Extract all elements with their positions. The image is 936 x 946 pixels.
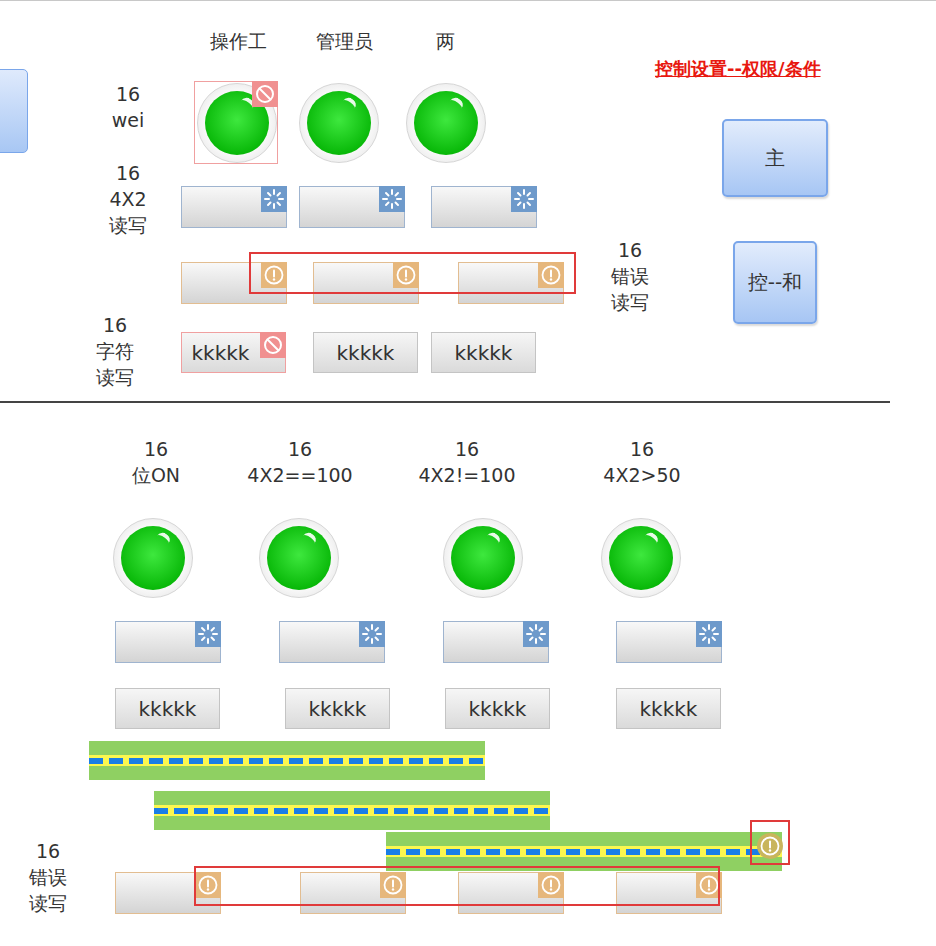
row-label: 16wei [112, 81, 145, 133]
warning-icon [393, 262, 419, 288]
highlight-box [194, 866, 720, 906]
numeric-input-icon [696, 621, 722, 647]
input-field[interactable] [458, 262, 564, 304]
pipe [89, 741, 485, 780]
numeric-input-icon [523, 621, 549, 647]
numeric-input-icon [511, 186, 537, 212]
column-header: 管理员 [316, 29, 373, 55]
input-field[interactable] [181, 186, 287, 228]
numeric-input-icon [261, 186, 287, 212]
row-label: 164X2读写 [109, 160, 147, 238]
row-label: 164X2==100 [247, 436, 352, 488]
input-field[interactable] [279, 621, 385, 663]
warning-icon [757, 833, 783, 859]
highlight-box [249, 252, 576, 294]
column-header: 两 [436, 29, 455, 55]
indicator-lamp [259, 518, 339, 598]
input-field[interactable] [300, 872, 406, 914]
row-label: 16位ON [132, 436, 180, 488]
numeric-input-icon [359, 621, 385, 647]
text-button[interactable]: kkkkk [181, 332, 286, 373]
indicator-lamp [406, 83, 486, 163]
text-button[interactable]: kkkkk [313, 332, 418, 373]
text-button[interactable]: kkkkk [115, 688, 220, 729]
input-field[interactable] [458, 872, 564, 914]
warning-icon [261, 262, 287, 288]
warning-icon [195, 872, 221, 898]
row-label: 16字符读写 [96, 312, 134, 390]
input-field[interactable] [313, 262, 419, 304]
text-button[interactable]: kkkkk [616, 688, 721, 729]
row-label: 164X2>50 [603, 436, 680, 488]
input-field[interactable] [115, 621, 221, 663]
row-label: 16错误读写 [611, 237, 649, 315]
text-button[interactable]: kkkkk [285, 688, 390, 729]
indicator-lamp [299, 83, 379, 163]
input-field[interactable] [431, 186, 537, 228]
numeric-input-icon [195, 621, 221, 647]
input-field[interactable] [181, 262, 287, 304]
highlight-box [750, 820, 790, 865]
row-label: 164X2!=100 [419, 436, 516, 488]
numeric-input-icon [379, 186, 405, 212]
pipe [154, 791, 550, 830]
input-field[interactable] [616, 621, 722, 663]
no-permission-icon [260, 332, 286, 358]
nav-button[interactable]: 控--和 [733, 241, 817, 324]
text-button[interactable]: kkkkk [445, 688, 550, 729]
indicator-lamp [443, 518, 523, 598]
input-field[interactable] [616, 872, 722, 914]
page-title: 控制设置--权限/条件 [655, 57, 821, 81]
input-field[interactable] [299, 186, 405, 228]
locked-frame [194, 81, 278, 164]
warning-icon [538, 872, 564, 898]
indicator-lamp [601, 518, 681, 598]
edge-button[interactable] [0, 69, 28, 153]
hmi-canvas: 操作工管理员两 控制设置--权限/条件 主控--和 16wei 164X2读写 … [0, 0, 936, 946]
warning-icon [380, 872, 406, 898]
warning-icon [538, 262, 564, 288]
nav-button[interactable]: 主 [722, 119, 828, 197]
no-permission-icon [252, 81, 278, 107]
column-header: 操作工 [210, 29, 267, 55]
input-field[interactable] [115, 872, 221, 914]
text-button[interactable]: kkkkk [431, 332, 536, 373]
row-label: 16错误读写 [29, 838, 67, 916]
divider [0, 401, 890, 403]
input-field[interactable] [443, 621, 549, 663]
indicator-lamp [113, 518, 193, 598]
